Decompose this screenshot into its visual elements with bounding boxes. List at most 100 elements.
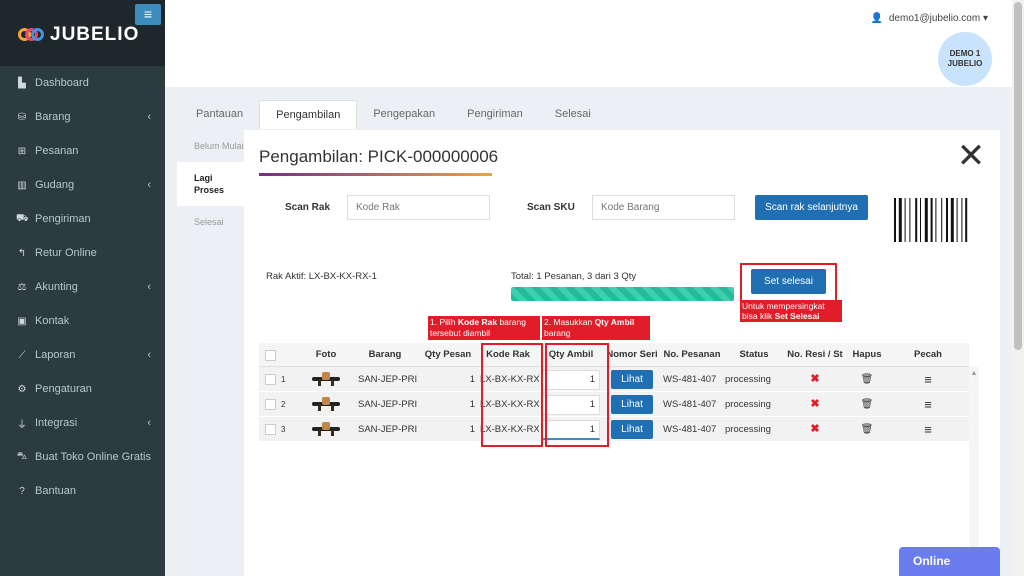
sidebar-item-integrasi[interactable]: ⏚ Integrasi ‹ [0,406,165,440]
sidebar-item-dashboard[interactable]: ▙ Dashboard [0,66,165,100]
balance-scale-icon: ⚖ [17,281,27,293]
sidebar-item-gudang[interactable]: ▥ Gudang ‹ [0,168,165,202]
status-text: processing [725,399,771,410]
scan-rak-input[interactable] [347,195,490,220]
status-text: processing [725,374,771,385]
lihat-button[interactable]: Lihat [611,370,653,389]
table-row: 3 SAN-JEP-PRI 1LX-BX-KX-RX-11 Lihat WS-481-4… [259,417,969,442]
sidebar-item-pesanan[interactable]: ⊞ Pesanan [0,134,165,168]
pecah-cell: ≡ [889,367,967,391]
header-barang[interactable]: Barang [351,343,419,366]
barcode-icon [894,198,968,242]
qty-ambil-input[interactable]: 1 [542,370,600,390]
sidebar-item-laporan[interactable]: ⟋ Laporan ‹ [0,338,165,372]
scan-sku-input[interactable] [592,195,735,220]
header-no-pesanan[interactable]: No. Pesanan [661,343,723,366]
tab-pengiriman[interactable]: Pengiriman [451,100,539,129]
close-icon[interactable]: ✕ [956,139,986,173]
sidebar-item-pengaturan[interactable]: ⚙ Pengaturan [0,372,165,406]
user-email: demo1@jubelio.com [888,13,981,24]
online-chat-button[interactable]: Online [899,547,1000,576]
times-icon: ✖ [810,423,820,435]
tab-pengambilan[interactable]: Pengambilan [259,100,358,129]
cogs-icon: ⚙ [17,383,27,395]
logo-text: JUBELIO [50,24,140,45]
split-menu-icon[interactable]: ≡ [924,397,932,412]
qty-ambil-input[interactable]: 1 [542,395,600,415]
sidebar-item-bantuan[interactable]: ? Bantuan [0,474,165,508]
trash-icon[interactable]: 🗑 [861,424,874,435]
lihat-button[interactable]: Lihat [611,420,653,439]
header-qty-ambil[interactable]: Qty Ambil [539,343,603,366]
user-menu[interactable]: 👤 demo1@jubelio.com ▾ [871,13,988,24]
header-status[interactable]: Status [723,343,785,366]
sidebar-item-label: Laporan [35,349,76,361]
tab-selesai[interactable]: Selesai [539,100,607,129]
product-photo[interactable] [301,367,351,391]
sandal-image [312,371,340,387]
product-photo[interactable] [301,392,351,416]
header-nomor-seri[interactable]: Nomor Seri [603,343,661,366]
row-checkbox[interactable] [259,392,281,416]
kode-rak-annotation: 1. Pilih Kode Rak barang tersebut diambi… [428,316,540,340]
status-text: processing [725,424,771,435]
split-menu-icon[interactable]: ≡ [924,422,932,437]
lihat-button[interactable]: Lihat [611,395,653,414]
trash-icon[interactable]: 🗑 [861,399,874,410]
page-scrollbar-thumb[interactable] [1014,2,1022,350]
sidebar-item-label: Integrasi [35,417,78,429]
sidebar-item-barang[interactable]: ⛁ Barang ‹ [0,100,165,134]
product-photo[interactable] [301,417,351,441]
kode-rak-select[interactable]: LX-BX-KX-RX-1 [477,392,539,416]
pick-items-table: Foto Barang Qty Pesan Kode Rak Qty Ambil… [259,343,969,442]
kode-rak-select[interactable]: LX-BX-KX-RX-1 [477,367,539,391]
sidebar-item-retur-online[interactable]: ↰ Retur Online [0,236,165,270]
scan-rak-label: Scan Rak [285,202,331,213]
jubelio-logo[interactable]: JUBELIO [18,24,139,46]
chevron-left-icon: ‹ [147,417,151,429]
sidebar-item-pengiriman[interactable]: ⛟ Pengiriman [0,202,165,236]
avatar[interactable]: DEMO 1 JUBELIO [938,32,992,86]
page-scrollbar[interactable] [1012,0,1024,576]
set-selesai-hint: Untuk mempersingkat bisa klik Set Selesa… [740,300,842,322]
pick-progress-bar [511,287,734,301]
cubes-icon: ⛁ [17,111,27,123]
plug-icon: ⏚ [17,419,27,431]
truck-icon: ⛟ [16,212,29,224]
header-kode-rak[interactable]: Kode Rak [477,343,539,366]
subnav-selesai[interactable]: Selesai [177,206,244,238]
item-sku: SAN-JEP-PRI [358,424,418,435]
logo-mark-icon [18,25,44,45]
split-menu-icon[interactable]: ≡ [924,372,932,387]
item-sku: SAN-JEP-PRI [358,399,418,410]
row-checkbox[interactable] [259,417,281,441]
qty-ambil-input[interactable]: 1 [542,420,600,440]
header-pecah: Pecah [914,349,942,360]
header-no-resi[interactable]: No. Resi / St [785,343,845,366]
title-underline [259,173,492,176]
user-icon: 👤 [870,13,884,24]
order-number[interactable]: WS-481-407 [661,392,723,416]
header-qty-pesan[interactable]: Qty Pesan [419,343,477,366]
sidebar-item-akunting[interactable]: ⚖ Akunting ‹ [0,270,165,304]
trash-icon[interactable]: 🗑 [861,374,874,385]
sidebar-item-buat-toko-online-gratis[interactable]: ⛍ Buat Toko Online Gratis [0,440,165,474]
row-checkbox[interactable] [259,367,281,391]
order-number[interactable]: WS-481-407 [661,417,723,441]
order-number[interactable]: WS-481-407 [661,367,723,391]
chevron-left-icon: ‹ [147,179,151,191]
tab-pengepakan[interactable]: Pengepakan [357,100,451,129]
sidebar-item-kontak[interactable]: ▣ Kontak [0,304,165,338]
select-all-checkbox[interactable] [259,343,281,366]
subnav-lagi-proses[interactable]: Lagi Proses [177,162,244,206]
scan-next-rack-button[interactable]: Scan rak selanjutnya [755,195,868,220]
kode-rak-select[interactable]: LX-BX-KX-RX-1 [477,417,539,441]
sidebar-item-label: Dashboard [35,77,89,89]
subnav-belum-mulai[interactable]: Belum Mulai [177,130,244,162]
set-selesai-button[interactable]: Set selesai [751,269,826,294]
tab-pantauan[interactable]: Pantauan [180,100,259,129]
menu-toggle-button[interactable]: ≡ [135,4,161,25]
avatar-line-1: DEMO 1 [949,49,981,58]
reply-icon: ↰ [17,247,27,259]
table-scrollbar[interactable]: ▲ [969,367,979,576]
